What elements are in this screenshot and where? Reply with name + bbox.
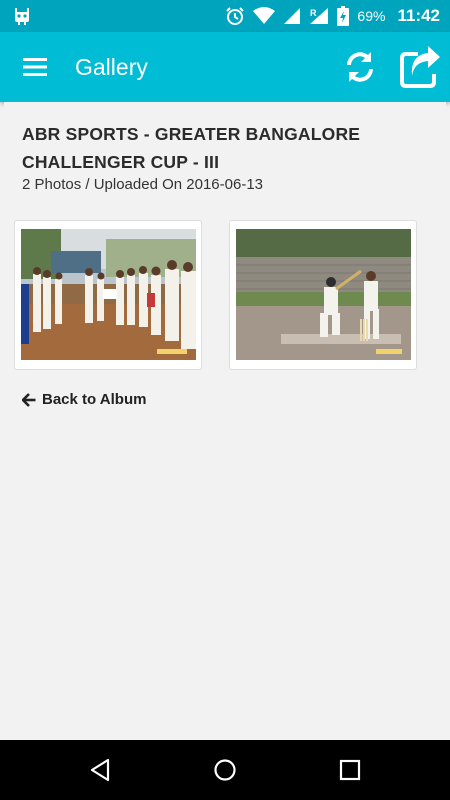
home-circle-icon[interactable] xyxy=(211,756,239,784)
menu-icon[interactable] xyxy=(22,55,48,79)
alarm-icon xyxy=(226,7,245,25)
back-to-album-label: Back to Album xyxy=(42,391,147,408)
players-lineup-photo xyxy=(21,229,196,360)
battery-percent: 69% xyxy=(357,8,386,24)
refresh-icon[interactable] xyxy=(341,48,379,86)
share-icon[interactable] xyxy=(398,46,442,88)
wifi-icon xyxy=(253,7,276,24)
batsman-batting-photo xyxy=(236,229,411,360)
gallery-content: ABR SPORTS - GREATER BANGALORE CHALLENGE… xyxy=(4,102,446,740)
app-bar: Gallery xyxy=(0,32,450,102)
back-triangle-icon[interactable] xyxy=(86,756,114,784)
clock-time: 11:42 xyxy=(397,6,440,25)
android-debug-icon xyxy=(15,8,29,25)
photo-thumbnail-2[interactable] xyxy=(229,220,417,370)
roaming-signal-icon: R xyxy=(310,8,329,24)
navigation-bar xyxy=(0,740,450,800)
battery-icon xyxy=(337,6,350,26)
album-meta: 2 Photos / Uploaded On 2016-06-13 xyxy=(22,176,264,193)
svg-text:R: R xyxy=(310,8,317,18)
album-title: ABR SPORTS - GREATER BANGALORE CHALLENGE… xyxy=(22,124,361,172)
photo-thumbnail-1[interactable] xyxy=(14,220,202,370)
signal-icon xyxy=(284,8,301,24)
status-bar: R 69% 11:42 xyxy=(0,0,450,32)
back-to-album-link[interactable]: Back to Album xyxy=(22,391,146,408)
page-title: Gallery xyxy=(75,54,148,80)
arrow-left-icon xyxy=(22,392,36,407)
recents-square-icon[interactable] xyxy=(336,756,364,784)
